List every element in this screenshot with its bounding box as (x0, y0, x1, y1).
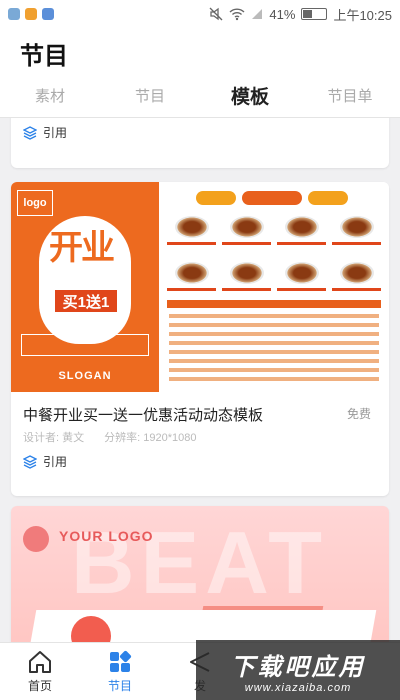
home-icon (29, 651, 51, 673)
dish-image (174, 216, 209, 238)
cite-button[interactable]: 引用 (23, 124, 67, 141)
food-grid (167, 216, 381, 298)
battery-percent: 41% (269, 6, 296, 22)
menu-header-pill (242, 191, 302, 205)
nav-programs[interactable]: 节目 (80, 643, 160, 700)
poster-panel: logo 开业 买1送1 SLOGAN (11, 182, 159, 392)
dish-price-line (222, 242, 271, 245)
dish-thumbnail (332, 216, 381, 252)
clock: 上午10:25 (333, 7, 392, 23)
dish-thumbnail (277, 216, 326, 252)
dish-image (339, 216, 374, 238)
battery-icon (301, 8, 328, 20)
signal-icon (252, 9, 263, 19)
nav-label: 节目 (107, 679, 132, 693)
menu-row (169, 350, 379, 354)
dish-thumbnail (222, 216, 271, 252)
resolution-label: 分辨率: 1920*1080 (104, 432, 197, 444)
dish-price-line (332, 242, 381, 245)
menu-row (169, 359, 379, 363)
poster-logo-text: YOUR LOGO (59, 528, 154, 544)
poster-headline: 开业 (49, 229, 115, 267)
dish-image (229, 216, 264, 238)
template-thumbnail[interactable]: logo 开业 买1送1 SLOGAN (11, 182, 389, 392)
watermark-text: 下载吧应用 (230, 653, 366, 681)
poster-deal: 买1送1 (55, 290, 117, 312)
template-card[interactable]: BEAT YOUR LOGO (11, 506, 389, 642)
menu-row (169, 332, 379, 336)
status-app-icons (8, 8, 54, 20)
dish-price-line (277, 288, 326, 291)
dish-image (284, 262, 319, 284)
nav-home[interactable]: 首页 (0, 643, 80, 700)
poster-logo: logo (17, 190, 53, 216)
mute-icon (209, 7, 223, 21)
menu-row (169, 377, 379, 381)
template-card[interactable]: 引用 (11, 118, 389, 168)
menu-header (177, 188, 367, 208)
app-notification-icon (42, 8, 54, 20)
poster-slogan: SLOGAN (58, 370, 112, 382)
menu-row (169, 341, 379, 345)
dish-price-line (167, 288, 216, 291)
menu-panel (159, 182, 389, 392)
menu-header-pill (196, 191, 236, 205)
template-list[interactable]: 引用 logo 开业 买1送1 SLOGAN 中餐开业买一送一优惠活动动态模板 … (0, 118, 400, 642)
tab-materials[interactable]: 素材 (0, 74, 100, 117)
menu-row (169, 323, 379, 327)
dish-image (284, 216, 319, 238)
status-bar: 41% 上午10:25 (0, 0, 400, 28)
tab-templates[interactable]: 模板 (200, 74, 300, 117)
template-title[interactable]: 中餐开业买一送一优惠活动动态模板 (23, 404, 263, 425)
tab-bar: 素材 节目 模板 节目单 (0, 74, 400, 118)
poster-offer-band (21, 334, 149, 356)
app-notification-icon (8, 8, 20, 20)
menu-header-pill (308, 191, 348, 205)
free-badge: 免费 (346, 407, 371, 421)
dish-price-line (222, 288, 271, 291)
grid-icon (110, 650, 132, 672)
wifi-icon (229, 8, 245, 21)
dish-thumbnail (277, 262, 326, 298)
tab-programs[interactable]: 节目 (100, 74, 200, 117)
page-title: 节目 (20, 43, 68, 70)
dish-price-line (277, 242, 326, 245)
dish-price-line (332, 288, 381, 291)
dish-price-line (167, 242, 216, 245)
layers-icon (23, 454, 37, 469)
dish-thumbnail (332, 262, 381, 298)
dish-image (339, 262, 374, 284)
tab-playlist[interactable]: 节目单 (300, 74, 400, 117)
menu-divider (167, 300, 381, 308)
cite-label: 引用 (43, 126, 68, 140)
dish-thumbnail (167, 216, 216, 252)
dish-thumbnail (167, 262, 216, 298)
poster-logo-dot (23, 526, 49, 552)
template-card[interactable]: logo 开业 买1送1 SLOGAN 中餐开业买一送一优惠活动动态模板 免费 (11, 182, 389, 496)
menu-row (169, 314, 379, 318)
cite-label: 引用 (43, 455, 68, 469)
app-notification-icon (25, 8, 37, 20)
cite-button[interactable]: 引用 (23, 453, 67, 470)
dish-thumbnail (222, 262, 271, 298)
header: 节目 (0, 28, 400, 74)
watermark: 下载吧应用 www.xiazaiba.com (196, 640, 400, 700)
dish-image (174, 262, 209, 284)
designer-label: 设计者: 黄文 (23, 432, 85, 444)
template-meta: 设计者: 黄文 分辨率: 1920*1080 (23, 429, 196, 445)
menu-rows (169, 314, 379, 386)
watermark-url: www.xiazaiba.com (244, 681, 352, 694)
layers-icon (23, 125, 37, 140)
dish-image (229, 262, 264, 284)
menu-row (169, 368, 379, 372)
nav-label: 首页 (27, 679, 52, 693)
